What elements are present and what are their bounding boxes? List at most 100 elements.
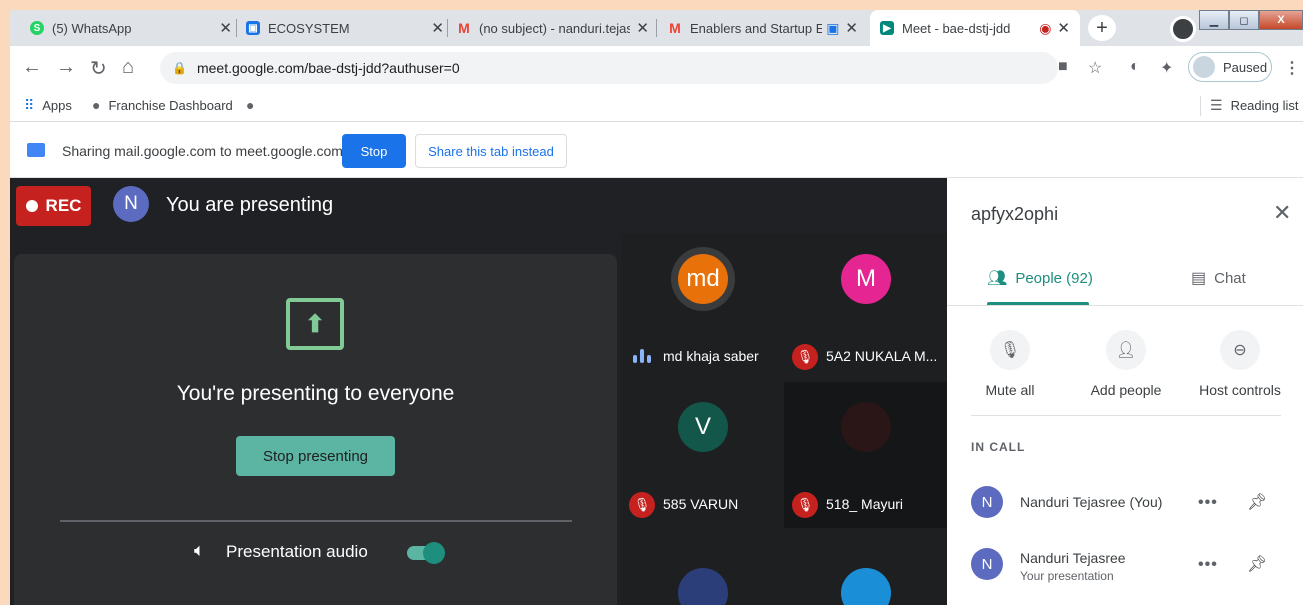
extension-icon[interactable]: ◐ [1130, 58, 1140, 76]
avatar: md [678, 254, 728, 304]
list-item[interactable]: N Nanduri Tejasree Your presentation •••… [971, 544, 1281, 584]
tab-title: (5) WhatsApp [52, 20, 132, 36]
tab-title: ECOSYSTEM [268, 20, 350, 36]
participant-name: md khaja saber [663, 348, 759, 364]
divider [947, 305, 1303, 306]
add-people-button[interactable]: 👤︎ Add people [1071, 330, 1181, 398]
pin-icon[interactable]: 📌︎ [1247, 554, 1267, 574]
meeting-code: apfyx2ophi [971, 204, 1059, 224]
address-bar: ← → ↻ ⌂ 🔒 meet.google.com/bae-dstj-jdd?a… [10, 46, 1303, 90]
people-panel: apfyx2ophi ✕ 👥︎ People (92) ▤ Chat 🎙︎ Mu… [947, 178, 1303, 605]
tab-title: Meet - bae-dstj-jdd [902, 20, 1011, 36]
new-tab-button[interactable]: + [1088, 15, 1116, 41]
close-window-button[interactable]: X [1259, 10, 1303, 30]
action-label: Add people [1090, 382, 1162, 398]
mic-off-icon: 🎙︎ [792, 492, 818, 518]
stop-presenting-button[interactable]: Stop presenting [236, 436, 395, 476]
participant-tile[interactable]: V 🎙︎ 585 VARUN [621, 382, 784, 528]
more-options-icon[interactable]: ••• [1198, 494, 1218, 512]
maximize-button[interactable]: ◻ [1229, 10, 1259, 30]
stop-sharing-button[interactable]: Stop [342, 134, 406, 168]
recording-icon: ◉ [1039, 19, 1052, 36]
participant-tile[interactable]: 🎙︎ 518_ Mayuri [784, 382, 947, 528]
avatar: M [841, 254, 891, 304]
close-icon[interactable]: ✕ [219, 19, 232, 37]
tab-whatsapp[interactable]: S (5) WhatsApp ✕ [20, 10, 242, 46]
tab-gmail-enablers[interactable]: M Enablers and Startup E ▣ ✕ [658, 10, 868, 46]
action-label: Mute all [985, 382, 1035, 398]
close-icon[interactable]: ✕ [636, 19, 649, 37]
chat-icon: ▤ [1191, 270, 1207, 287]
person-name: Nanduri Tejasree (You) [1020, 494, 1163, 510]
bookmark-label: Reading list [1230, 98, 1299, 113]
participant-tile[interactable]: M 🎙︎ 5A2 NUKALA M... [784, 234, 947, 380]
close-icon[interactable]: ✕ [845, 19, 858, 37]
presenting-message: You're presenting to everyone [176, 382, 455, 405]
mic-off-icon: 🎙︎ [629, 492, 655, 518]
pin-icon[interactable]: 📌︎ [1247, 492, 1267, 512]
close-icon[interactable]: ✕ [431, 19, 444, 37]
participant-grid: md md khaja saber M 🎙︎ 5A2 NUKALA M... V… [621, 234, 947, 605]
whatsapp-icon: S [30, 21, 44, 35]
avatar: N [971, 486, 1003, 518]
globe-icon: ● [246, 97, 255, 113]
avatar [1193, 56, 1215, 78]
url-text: meet.google.com/bae-dstj-jdd?authuser=0 [196, 60, 460, 76]
profile-paused-button[interactable]: Paused [1188, 52, 1272, 82]
toggle-icon: ⊖ [1220, 330, 1260, 370]
participant-tile[interactable]: md md khaja saber [621, 234, 784, 380]
presentation-audio-toggle[interactable] [407, 542, 445, 564]
list-item[interactable]: N Nanduri Tejasree (You) ••• 📌︎ [971, 482, 1281, 522]
person-subtitle: Your presentation [1020, 569, 1114, 583]
bookmarks-bar: ⠿ Apps ● Franchise Dashboard ● ☰ Reading… [10, 90, 1303, 122]
chrome-profile-icon[interactable] [1170, 16, 1196, 42]
host-controls-button[interactable]: ⊖ Host controls [1185, 330, 1295, 398]
divider [971, 415, 1281, 416]
mute-all-button[interactable]: 🎙︎ Mute all [955, 330, 1065, 398]
person-name: Nanduri Tejasree [1020, 550, 1126, 566]
recording-badge[interactable]: REC [16, 186, 91, 226]
tab-ecosystem[interactable]: ▣ ECOSYSTEM ✕ [236, 10, 454, 46]
reload-icon[interactable]: ↻ [90, 56, 107, 81]
sharing-message: Sharing mail.google.com to meet.google.c… [62, 143, 343, 159]
puzzle-icon[interactable]: ✦ [1160, 58, 1173, 78]
lock-icon: 🔒 [172, 61, 187, 75]
tab-chat[interactable]: ▤ Chat [1191, 268, 1246, 288]
camera-icon[interactable]: ■ [1058, 58, 1068, 76]
screen-share-icon: ▣ [826, 19, 840, 36]
bookmark-franchise-dashboard[interactable]: ● Franchise Dashboard [92, 97, 233, 113]
reading-list-icon: ☰ [1210, 97, 1223, 113]
tab-title: (no subject) - nanduri.tejas [479, 20, 631, 36]
rec-label: REC [45, 196, 82, 215]
tab-label: People (92) [1015, 269, 1093, 287]
speaker-icon: 🔈︎ [194, 540, 205, 560]
present-screen-icon: ⬆ [286, 298, 344, 350]
paused-label: Paused [1223, 59, 1268, 75]
globe-icon: ● [92, 97, 101, 113]
section-label: IN CALL [971, 440, 1026, 454]
avatar: N [113, 186, 149, 222]
bookmark-label: Apps [42, 98, 72, 113]
minimize-button[interactable]: ▁ [1199, 10, 1229, 30]
bookmark-globe[interactable]: ● [246, 97, 262, 113]
reading-list-button[interactable]: ☰ Reading list [1210, 97, 1299, 114]
avatar [678, 568, 728, 605]
url-field[interactable]: 🔒 meet.google.com/bae-dstj-jdd?authuser=… [160, 52, 1058, 84]
tab-gmail-no-subject[interactable]: M (no subject) - nanduri.tejas ✕ [447, 10, 659, 46]
forward-icon[interactable]: → [56, 56, 76, 79]
share-this-tab-button[interactable]: Share this tab instead [415, 134, 567, 168]
home-icon[interactable]: ⌂ [122, 56, 134, 79]
document-icon: ▣ [246, 21, 260, 35]
back-icon[interactable]: ← [22, 56, 42, 79]
meet-stage: REC N You are presenting ⬆ You're presen… [10, 178, 947, 605]
close-icon[interactable]: ✕ [1057, 19, 1070, 37]
divider [60, 520, 572, 522]
tab-people[interactable]: 👥︎ People (92) [987, 268, 1093, 288]
close-icon[interactable]: ✕ [1273, 200, 1291, 226]
star-icon[interactable]: ☆ [1088, 58, 1102, 78]
more-options-icon[interactable]: ••• [1198, 556, 1218, 574]
menu-icon[interactable]: ⋮ [1284, 58, 1300, 78]
tab-meet[interactable]: ▶ Meet - bae-dstj-jdd ◉ ✕ [870, 10, 1080, 46]
bookmark-apps[interactable]: ⠿ Apps [24, 97, 72, 114]
avatar [841, 568, 891, 605]
